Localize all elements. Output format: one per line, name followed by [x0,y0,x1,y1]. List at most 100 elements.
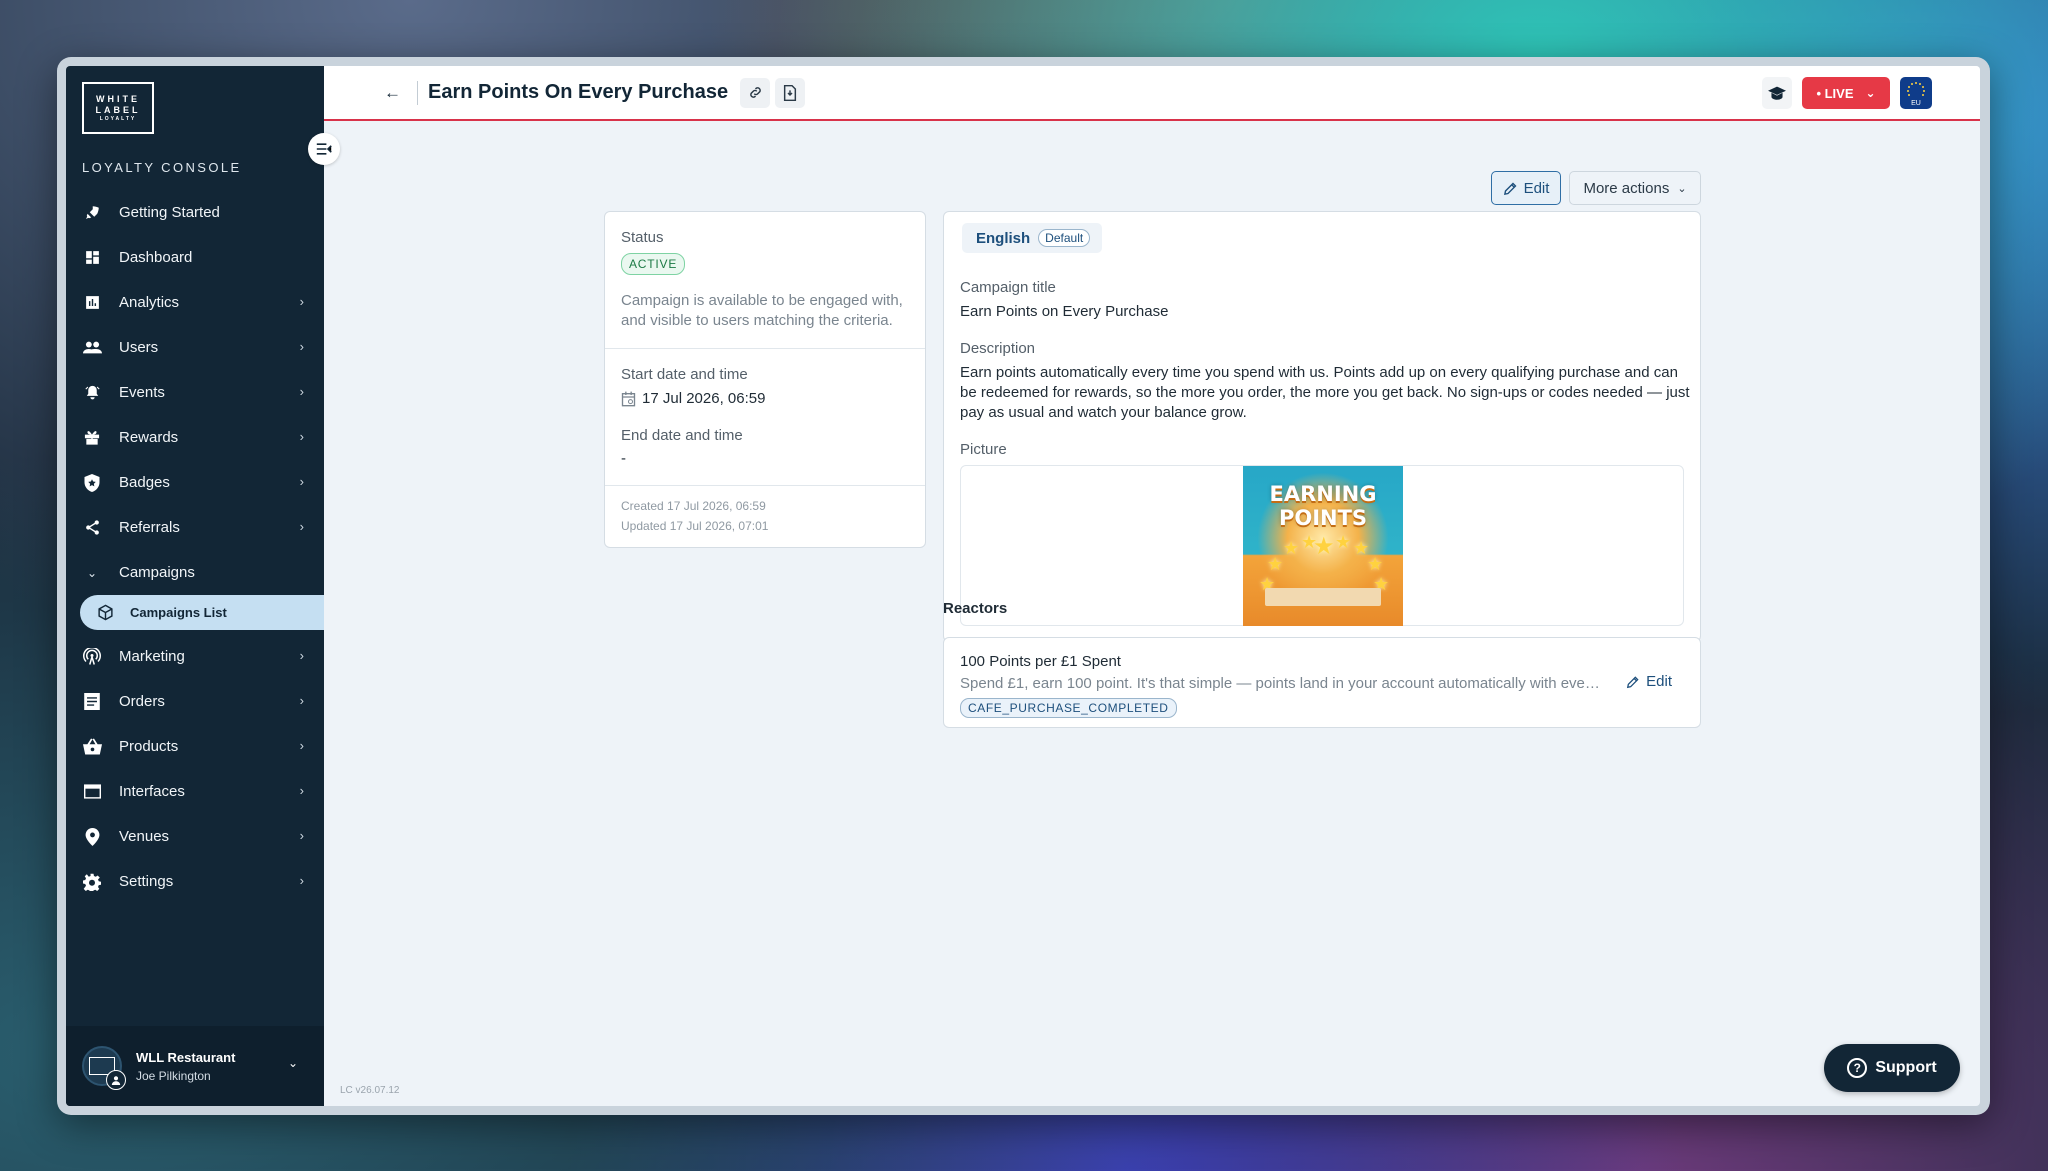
picture-platform [1265,588,1381,606]
edit-button[interactable]: Edit [1491,171,1561,205]
shield-icon [82,473,102,493]
campaign-picture[interactable]: EARNING POINTS ★ ★ ★ ★ ★ ★ ★ ★ ★ [1243,466,1403,626]
sidebar-item-orders[interactable]: Orders › [66,679,324,724]
sidebar: WHITE LABEL LOYALTY LOYALTY CONSOLE Gett… [66,66,324,1106]
campaign-title-label: Campaign title [960,279,1056,296]
updated-timestamp: Updated 17 Jul 2026, 07:01 [621,519,769,533]
support-button[interactable]: ? Support [1824,1044,1960,1092]
chevron-down-icon: ⌄ [86,565,98,580]
sidebar-item-label: Products [119,738,179,755]
region-selector[interactable]: EU [1900,77,1932,109]
edit-label: Edit [1523,179,1550,197]
sidebar-item-interfaces[interactable]: Interfaces › [66,769,324,814]
sidebar-item-events[interactable]: Events › [66,370,324,415]
sidebar-item-label: Rewards [119,429,179,446]
link-icon [749,87,761,98]
divider [605,485,925,486]
sidebar-item-label: Orders [119,693,165,710]
collapse-sidebar-button[interactable] [308,133,340,165]
sidebar-item-label: Dashboard [119,249,193,266]
environment-switch[interactable]: • LIVE ⌄ [1802,77,1890,109]
status-card: Status ACTIVE Campaign is available to b… [604,211,926,548]
account-user: Joe Pilkington [136,1068,211,1083]
reactor-description: Spend £1, earn 100 point. It's that simp… [960,675,1600,692]
basket-icon [82,737,102,757]
app-shell: WHITE LABEL LOYALTY LOYALTY CONSOLE Gett… [66,66,1980,1106]
brand-logo[interactable]: WHITE LABEL LOYALTY [82,82,154,134]
share-icon [82,518,102,538]
star-icon: ★ [1335,532,1352,552]
sidebar-item-label: Referrals [119,519,180,536]
menu-collapse-icon [316,143,332,155]
logo-line-1: WHITE [96,93,140,104]
chevron-right-icon: › [299,339,304,354]
logo-line-3: LOYALTY [99,115,137,122]
logo-line-2: LABEL [95,104,141,115]
end-date-value: - [621,450,626,467]
broadcast-icon [82,647,102,667]
learn-button[interactable] [1762,77,1792,109]
sidebar-item-settings[interactable]: Settings › [66,859,324,904]
sidebar-item-rewards[interactable]: Rewards › [66,415,324,460]
sidebar-subitem-label: Campaigns List [130,605,227,620]
default-badge: Default [1038,229,1091,247]
chevron-down-icon: ⌄ [1865,86,1876,100]
sidebar-item-label: Analytics [119,294,180,311]
help-icon: ? [1847,1058,1868,1078]
sidebar-item-marketing[interactable]: Marketing › [66,634,324,679]
eu-flag-icon [1907,82,1925,96]
start-date-value: 17 Jul 2026, 06:59 [621,390,765,407]
chevron-right-icon: › [299,693,304,708]
sidebar-subitem-campaigns-list[interactable]: Campaigns List [80,595,324,630]
sidebar-item-label: Venues [119,828,170,845]
sidebar-item-badges[interactable]: Badges › [66,460,324,505]
chevron-right-icon: › [299,294,304,309]
picture-text-2: POINTS [1278,506,1368,530]
calendar-icon [621,391,636,406]
export-button[interactable] [775,77,806,108]
sidebar-item-label: Interfaces [119,783,185,800]
sidebar-item-products[interactable]: Products › [66,724,324,769]
star-icon: ★ [1367,554,1384,574]
end-date-label: End date and time [621,427,743,444]
status-description: Campaign is available to be engaged with… [621,292,903,329]
sidebar-item-getting-started[interactable]: Getting Started [66,190,324,235]
language-label: English [976,229,1031,247]
top-bar: ← Earn Points On Every Purchase • LIVE ⌄ [324,66,1980,121]
version-label: LC v26.07.12 [340,1085,400,1096]
more-actions-button[interactable]: More actions ⌄ [1569,171,1701,205]
avatar [82,1046,126,1090]
reactors-heading: Reactors [943,600,1008,617]
page-actions: Edit More actions ⌄ [1491,171,1701,205]
sidebar-item-campaigns[interactable]: ⌄ Campaigns [66,550,324,595]
live-label: • LIVE [1816,85,1854,101]
reactor-edit-button[interactable]: Edit [1626,673,1672,690]
console-title: LOYALTY CONSOLE [82,160,242,175]
sidebar-item-venues[interactable]: Venues › [66,814,324,859]
copy-link-button[interactable] [740,77,771,108]
back-arrow-icon[interactable]: ← [384,83,401,103]
start-date-label: Start date and time [621,366,748,383]
sidebar-item-users[interactable]: Users › [66,325,324,370]
reactor-edit-label: Edit [1646,673,1672,690]
gift-icon [82,428,102,448]
tab-english[interactable]: English Default [962,223,1102,253]
graduation-cap-icon [1768,86,1786,100]
bell-icon [82,383,102,403]
sidebar-item-dashboard[interactable]: Dashboard [66,235,324,280]
star-icon: ★ [1267,554,1284,574]
sidebar-item-label: Campaigns [119,564,195,581]
sidebar-item-analytics[interactable]: Analytics › [66,280,324,325]
account-name: WLL Restaurant [136,1049,236,1065]
account-switcher[interactable]: WLL Restaurant Joe Pilkington ⌄ [66,1026,324,1106]
pencil-icon [1503,182,1517,195]
reactor-title: 100 Points per £1 Spent [960,653,1121,670]
user-icon [106,1070,126,1090]
divider [417,80,418,105]
pin-icon [82,827,102,847]
sidebar-item-label: Badges [119,474,170,491]
dashboard-icon [82,248,102,268]
divider [605,348,925,349]
sidebar-item-referrals[interactable]: Referrals › [66,505,324,550]
campaign-title-value: Earn Points on Every Purchase [960,303,1169,320]
